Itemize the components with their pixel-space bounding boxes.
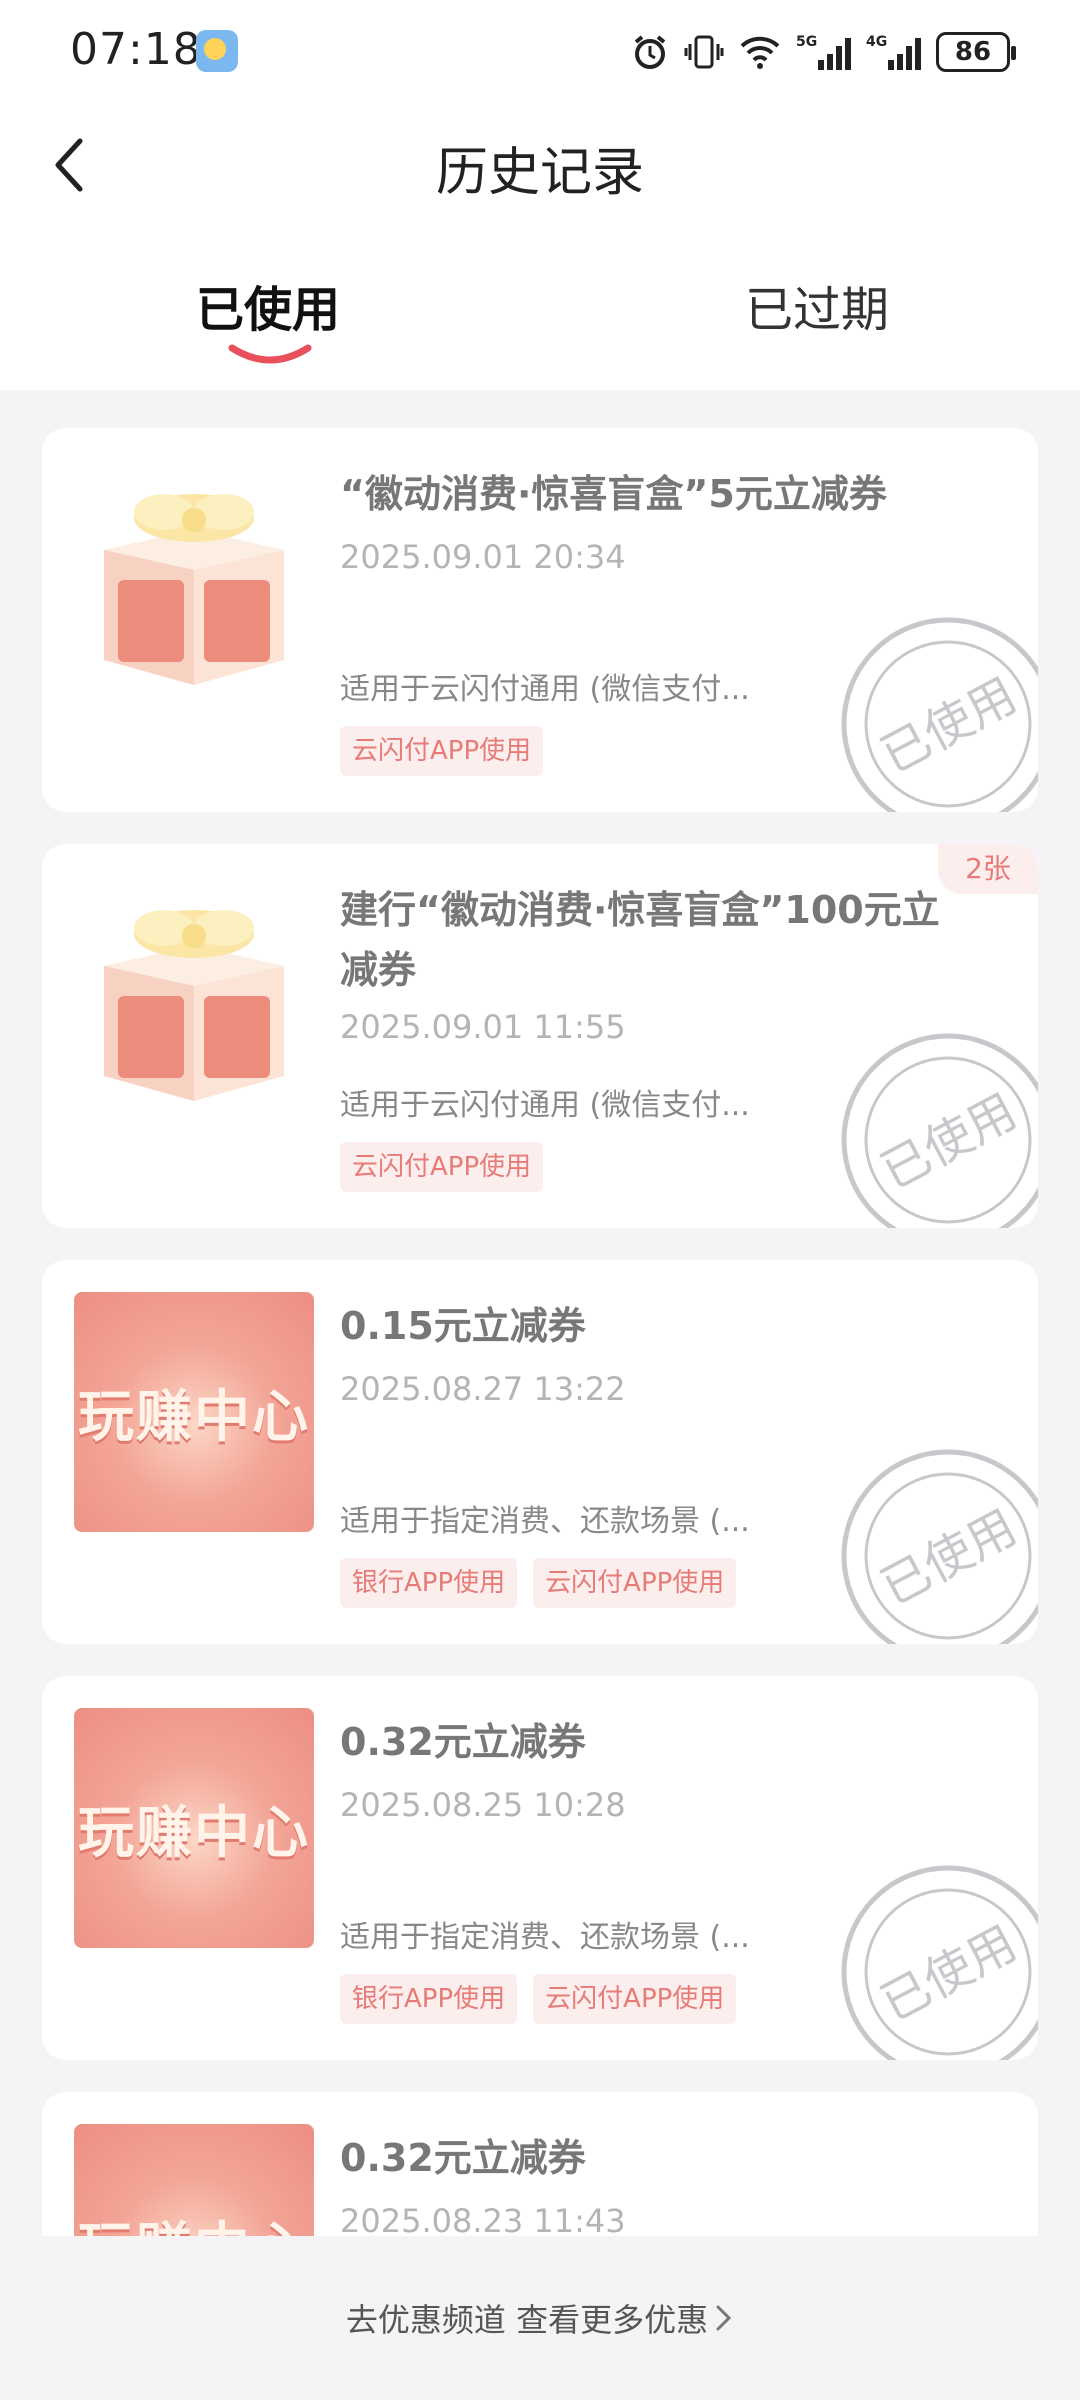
page-header: 历史记录 已使用 已过期: [0, 100, 1080, 390]
reward-center-image: 玩赚中心: [74, 1292, 314, 1532]
coupon-desc: 适用于指定消费、还款场景 (...: [340, 1920, 750, 1955]
tab-used[interactable]: 已使用: [196, 270, 340, 340]
svg-text:4G: 4G: [866, 34, 887, 50]
thumb-text: 玩赚中心: [78, 1800, 310, 1866]
coupon-card[interactable]: 玩赚中心 0.32元立减券 2025.08.25 10:28 适用于指定消费、还…: [42, 1676, 1038, 2060]
coupon-tags: 云闪付APP使用: [340, 726, 544, 776]
coupon-title: 0.15元立减券: [340, 1304, 586, 1348]
more-offers-label: 去优惠频道 查看更多优惠: [345, 2301, 709, 2339]
coupon-tags: 银行APP使用 云闪付APP使用: [340, 1558, 737, 1608]
coupon-card[interactable]: “徽动消费·惊喜盲盒”5元立减券 2025.09.01 20:34 适用于云闪付…: [42, 428, 1038, 812]
coupon-time: 2025.08.27 13:22: [340, 1370, 626, 1408]
tab-active-indicator: [228, 344, 312, 364]
page-title: 历史记录: [435, 143, 644, 203]
stamp-text: 已使用: [872, 1499, 1025, 1616]
coupon-title: 建行“徽动消费·惊喜盲盒”100元立减券: [340, 888, 940, 992]
coupon-tag: 银行APP使用: [340, 1558, 518, 1608]
used-stamp-icon: 已使用: [841, 617, 1038, 812]
thumb-text: 玩赚中心: [78, 1384, 310, 1450]
coupon-time: 2025.09.01 11:55: [340, 1008, 626, 1046]
tab-expired[interactable]: 已过期: [745, 270, 889, 340]
gift-box-image: [74, 876, 314, 1116]
coupon-card[interactable]: 2张 建行“徽动消费·惊喜盲盒”100元立减券 2025.09.01 11:55…: [42, 844, 1038, 1228]
battery-icon: 86: [936, 32, 1016, 72]
used-stamp-icon: 已使用: [841, 1865, 1038, 2060]
coupon-tag: 云闪付APP使用: [340, 726, 544, 776]
coupon-time: 2025.09.01 20:34: [340, 538, 626, 576]
wifi-icon: [738, 32, 782, 72]
battery-level: 86: [954, 37, 992, 67]
stamp-text: 已使用: [872, 667, 1025, 784]
status-icons: 5G 4G 86: [630, 28, 1016, 76]
coupon-tag: 云闪付APP使用: [533, 1974, 737, 2024]
coupon-tag: 云闪付APP使用: [340, 1142, 544, 1192]
used-stamp-icon: 已使用: [841, 1449, 1038, 1644]
bottom-bar: 去优惠频道 查看更多优惠: [0, 2236, 1080, 2400]
coupon-desc: 适用于云闪付通用 (微信支付...: [340, 1088, 750, 1123]
stamp-text: 已使用: [872, 1083, 1025, 1200]
coupon-tags: 云闪付APP使用: [340, 1142, 544, 1192]
coupon-title: “徽动消费·惊喜盲盒”5元立减券: [340, 472, 887, 516]
coupon-time: 2025.08.23 11:43: [340, 2202, 626, 2240]
vibrate-icon: [684, 32, 724, 72]
coupon-desc: 适用于指定消费、还款场景 (...: [340, 1504, 750, 1539]
weather-icon: [196, 30, 238, 72]
coupon-card[interactable]: 玩赚中心 0.15元立减券 2025.08.27 13:22 适用于指定消费、还…: [42, 1260, 1038, 1644]
stamp-text: 已使用: [872, 1915, 1025, 2032]
signal-4g-icon: 4G: [866, 32, 922, 72]
coupon-desc: 适用于云闪付通用 (微信支付...: [340, 672, 750, 707]
chevron-right-icon: [716, 2305, 732, 2331]
coupon-tag: 云闪付APP使用: [533, 1558, 737, 1608]
coupon-tags: 银行APP使用 云闪付APP使用: [340, 1974, 737, 2024]
gift-box-image: [74, 460, 314, 700]
coupon-title: 0.32元立减券: [340, 2136, 586, 2180]
coupon-list: “徽动消费·惊喜盲盒”5元立减券 2025.09.01 20:34 适用于云闪付…: [42, 428, 1038, 2400]
more-offers-link[interactable]: 去优惠频道 查看更多优惠: [346, 2295, 734, 2341]
tab-bar: 已使用 已过期: [0, 250, 1080, 364]
status-bar: 07:18 5G 4G 86: [0, 0, 1080, 100]
used-stamp-icon: 已使用: [841, 1033, 1038, 1228]
coupon-time: 2025.08.25 10:28: [340, 1786, 626, 1824]
coupon-title: 0.32元立减券: [340, 1720, 586, 1764]
signal-5g-icon: 5G: [796, 32, 852, 72]
coupon-count-badge: 2张: [938, 844, 1038, 894]
svg-text:5G: 5G: [796, 34, 817, 50]
status-time: 07:18: [70, 24, 202, 75]
coupon-tag: 银行APP使用: [340, 1974, 518, 2024]
alarm-icon: [630, 32, 670, 72]
reward-center-image: 玩赚中心: [74, 1708, 314, 1948]
